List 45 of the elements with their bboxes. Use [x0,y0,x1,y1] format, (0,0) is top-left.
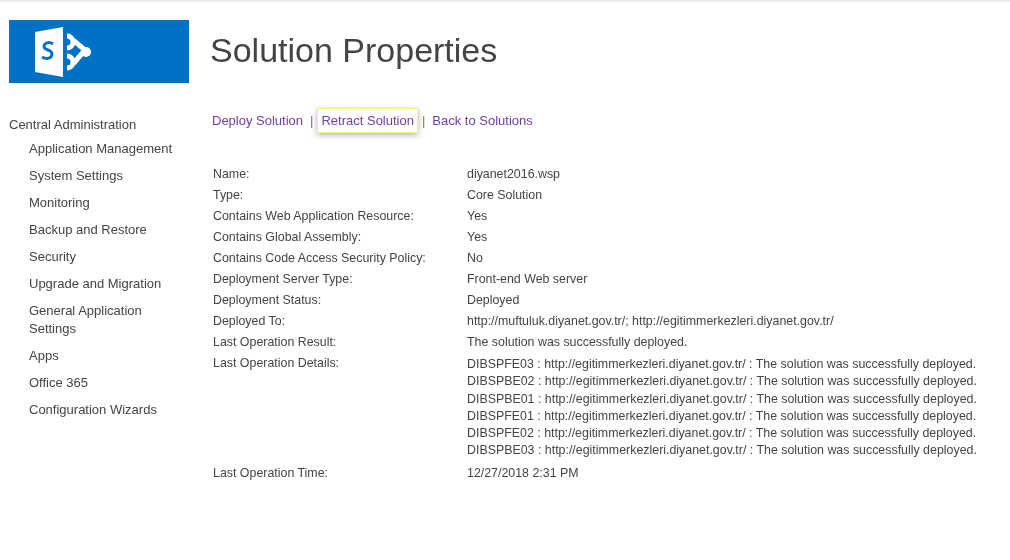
property-label: Contains Code Access Security Policy: [213,251,427,266]
action-link[interactable]: Deploy Solution [210,109,307,132]
sidebar-heading[interactable]: Central Administration [0,117,200,132]
property-label: Last Operation Details: [213,356,341,372]
link-separator: | [421,113,426,128]
property-label: Type: [213,188,245,203]
sidebar-item[interactable]: Application Management [0,140,179,158]
property-value: Deployed [467,293,520,308]
property-label: Deployment Server Type: [213,272,354,287]
sidebar-item[interactable]: General Application Settings [0,302,179,338]
property-value: 12/27/2018 2:31 PM [467,465,579,481]
property-value: DIBSPFE03 : http://egitimmerkezleri.diyanet.gov.tr/ : The solution was successfully deployed. [467,356,977,373]
sharepoint-logo[interactable] [9,20,189,83]
sidebar-item[interactable]: Backup and Restore [0,221,179,239]
property-value: Front-end Web server [467,272,588,287]
property-label: Last Operation Time: [213,465,329,481]
property-value: diyanet2016.wsp [467,167,560,182]
property-value: DIBSPBE03 : http://egitimmerkezleri.diyanet.gov.tr/ : The solution was successfully deployed. [467,442,977,460]
sidebar-item[interactable]: System Settings [0,167,179,185]
property-label: Contains Web Application Resource: [213,209,415,224]
property-value: The solution was successfully deployed. [467,335,688,350]
property-value: Core Solution [467,188,543,203]
property-value: DIBSPFE02 : http://egitimmerkezleri.diyanet.gov.tr/ : The solution was successfully deployed. [467,425,977,443]
sidebar-item[interactable]: Upgrade and Migration [0,275,179,293]
property-label: Deployment Status: [213,293,323,308]
action-link[interactable]: Retract Solution [317,108,418,133]
property-value: Yes [467,230,488,245]
sidebar-item[interactable]: Security [0,248,179,266]
property-value: DIBSPBE01 : http://egitimmerkezleri.diyanet.gov.tr/ : The solution was successfully deployed. [467,390,977,408]
property-label: Name: [213,167,251,182]
property-label: Contains Global Assembly: [213,230,363,245]
property-value: DIBSPBE02 : http://egitimmerkezleri.diyanet.gov.tr/ : The solution was successfully deployed. [467,373,977,391]
property-value: No [467,251,483,266]
link-separator: | [310,113,314,128]
property-label: Deployed To: [213,314,287,329]
sidebar-item[interactable]: Configuration Wizards [0,401,179,419]
sidebar-item[interactable]: Office 365 [0,374,179,392]
property-value: http://muftuluk.diyanet.gov.tr/; http://egitimmerkezleri.diyanet.gov.tr/ [467,314,834,329]
property-value: DIBSPFE01 : http://egitimmerkezleri.diyanet.gov.tr/ : The solution was successfully deployed. [467,407,977,425]
property-label: Last Operation Result: [213,335,338,350]
page-title: Solution Properties [210,30,499,70]
action-link[interactable]: Back to Solutions [429,109,536,132]
sidebar-item[interactable]: Apps [0,347,179,365]
property-value: Yes [467,209,488,224]
sidebar-item[interactable]: Monitoring [0,194,179,212]
